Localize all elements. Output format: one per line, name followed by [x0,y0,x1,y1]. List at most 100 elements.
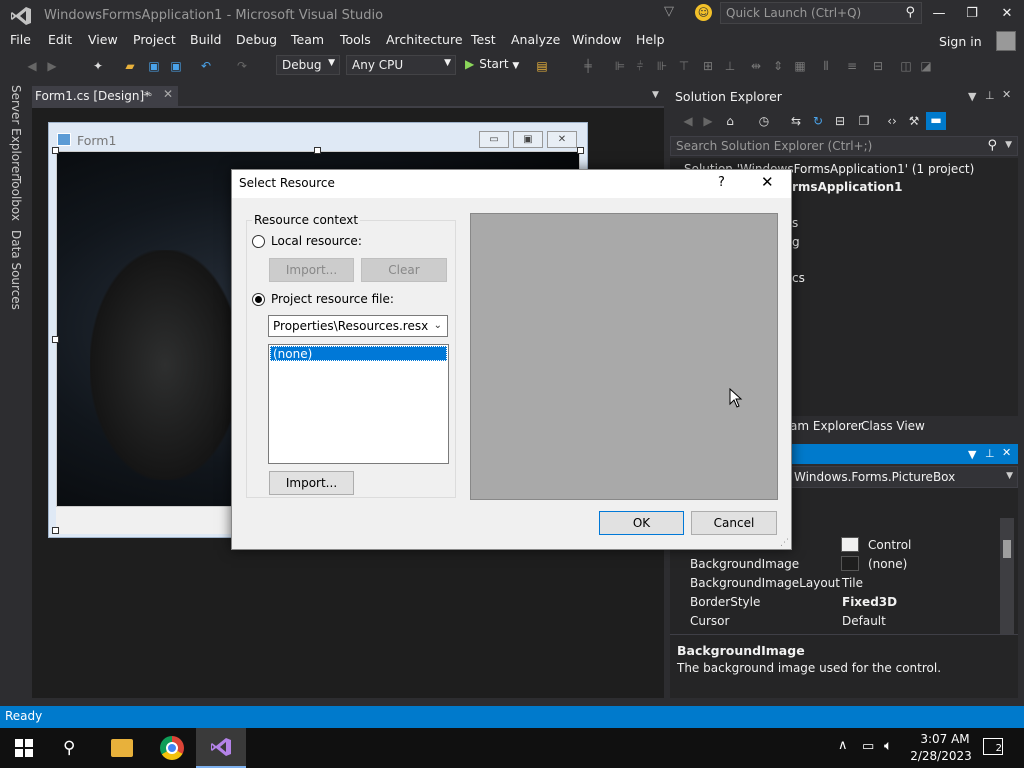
refresh-icon[interactable]: ↻ [810,113,826,129]
windows-start-icon[interactable] [15,739,33,757]
local-import-button[interactable]: Import... [269,258,354,282]
tree-item-project[interactable]: rmsApplication1 [792,180,902,194]
resize-handle[interactable] [52,527,59,534]
menu-file[interactable]: File [10,32,31,47]
chevron-down-icon[interactable]: ▼ [1005,140,1012,150]
close-tab-icon[interactable]: ✕ [163,87,173,101]
notification-filter-icon[interactable]: ▽ [664,4,678,20]
menu-test[interactable]: Test [471,32,496,47]
align-right-icon[interactable]: ⊪ [654,58,670,74]
local-resource-label[interactable]: Local resource: [271,234,362,248]
tree-item-partial[interactable]: g [792,235,800,249]
bring-to-front-icon[interactable]: ◫ [898,58,914,74]
tab-team-explorer[interactable]: am Explorer [790,419,863,433]
project-resource-label[interactable]: Project resource file: [271,292,394,306]
forward-icon[interactable]: ▶ [700,113,716,129]
show-all-files-icon[interactable]: ❐ [856,113,872,129]
solution-explorer-search-input[interactable]: Search Solution Explorer (Ctrl+;) ⚲ ▼ [670,136,1018,156]
project-resource-radio[interactable] [252,293,265,306]
back-icon[interactable]: ◀ [680,113,696,129]
panel-options-icon[interactable]: ▼ [968,90,976,103]
send-to-back-icon[interactable]: ◪ [918,58,934,74]
chevron-up-icon[interactable]: ∧ [838,738,848,753]
dialog-close-icon[interactable]: ✕ [761,173,774,191]
align-icon[interactable]: ╪ [580,58,596,74]
resize-grip-icon[interactable]: ⋰ [780,538,789,548]
search-icon[interactable]: ⚲ [987,138,997,153]
tree-item-partial[interactable]: s [792,216,798,230]
menu-window[interactable]: Window [572,32,621,47]
save-all-icon[interactable]: ▣ [168,58,184,74]
view-code-icon[interactable]: ‹› [884,113,900,129]
panel-options-icon[interactable]: ▼ [968,448,976,461]
tab-toolbox[interactable]: Toolbox [9,176,23,221]
search-icon[interactable]: ⚲ [905,5,915,20]
menu-analyze[interactable]: Analyze [511,32,560,47]
minimize-icon[interactable]: — [929,4,949,24]
resource-file-select[interactable]: Properties\Resources.resx ⌄ [268,315,448,337]
quick-launch-input[interactable]: Quick Launch (Ctrl+Q) ⚲ [720,2,922,24]
align-left-icon[interactable]: ⊫ [612,58,628,74]
menu-project[interactable]: Project [133,32,176,47]
close-icon[interactable]: ✕ [1002,446,1011,459]
undo-icon[interactable]: ↶ [198,58,214,74]
property-value[interactable]: Fixed3D [842,595,897,609]
align-middle-icon[interactable]: ⊞ [700,58,716,74]
sign-in-link[interactable]: Sign in [939,34,982,49]
resize-handle[interactable] [52,147,59,154]
solution-configuration-select[interactable]: Debug ▼ [276,55,340,75]
taskbar-search-icon[interactable]: ⚲ [63,738,83,758]
property-name[interactable]: BorderStyle [690,595,760,609]
resize-handle[interactable] [52,336,59,343]
home-icon[interactable]: ⌂ [722,113,738,129]
back-icon[interactable]: ◀ [24,58,40,74]
property-value[interactable]: Tile [842,576,863,590]
volume-icon[interactable]: 🔈︎ [884,738,892,754]
same-width-icon[interactable]: ⇹ [748,58,764,74]
redo-icon[interactable]: ↷ [234,58,250,74]
resource-list[interactable] [268,344,449,464]
new-project-icon[interactable]: ✦ [90,58,106,74]
save-icon[interactable]: ▣ [146,58,162,74]
resize-handle[interactable] [314,147,321,154]
collapse-all-icon[interactable]: ⊟ [832,113,848,129]
file-explorer-icon[interactable] [111,739,133,757]
forward-icon[interactable]: ▶ [44,58,60,74]
menu-build[interactable]: Build [190,32,221,47]
clock-date[interactable]: 2/28/2023 [908,749,974,763]
property-name[interactable]: Cursor [690,614,729,628]
menu-edit[interactable]: Edit [48,32,72,47]
visual-studio-taskbar-button[interactable] [196,728,246,768]
close-icon[interactable]: ✕ [997,4,1017,24]
tab-data-sources[interactable]: Data Sources [9,230,23,310]
network-icon[interactable]: ▭ [862,739,874,754]
property-name[interactable]: BackgroundImage [690,557,799,571]
pin-icon[interactable]: ⊥ [985,447,995,460]
local-resource-radio[interactable] [252,235,265,248]
pin-icon[interactable]: ⊥ [985,89,995,102]
tab-class-view[interactable]: Class View [861,419,925,433]
menu-debug[interactable]: Debug [236,32,277,47]
align-bottom-icon[interactable]: ⊥ [722,58,738,74]
property-name[interactable]: BackgroundImageLayout [690,576,840,590]
project-import-button[interactable]: Import... [269,471,354,495]
publish-icon[interactable]: ▤ [534,58,550,74]
preview-selected-icon[interactable]: ▬ [926,112,946,130]
menu-team[interactable]: Team [291,32,324,47]
resize-handle[interactable] [577,147,584,154]
close-icon[interactable]: ✕ [1002,88,1011,101]
same-size-icon[interactable]: ▦ [792,58,808,74]
cancel-button[interactable]: Cancel [691,511,777,535]
properties-scrollbar[interactable] [1000,518,1014,634]
center-horizontally-icon[interactable]: ⊟ [870,58,886,74]
start-debugging-button[interactable]: ▶ Start ▼ [465,57,519,71]
scrollbar-thumb[interactable] [1003,540,1011,558]
sync-icon[interactable]: ⇆ [788,113,804,129]
feedback-smile-icon[interactable]: ☺ [695,4,712,21]
property-value[interactable]: Default [842,614,886,628]
properties-wrench-icon[interactable]: ⚒ [906,113,922,129]
pin-icon[interactable]: ⊸ [143,88,152,101]
local-clear-button[interactable]: Clear [361,258,447,282]
tree-item-partial[interactable]: cs [792,271,805,285]
pending-changes-icon[interactable]: ◷ [756,113,772,129]
